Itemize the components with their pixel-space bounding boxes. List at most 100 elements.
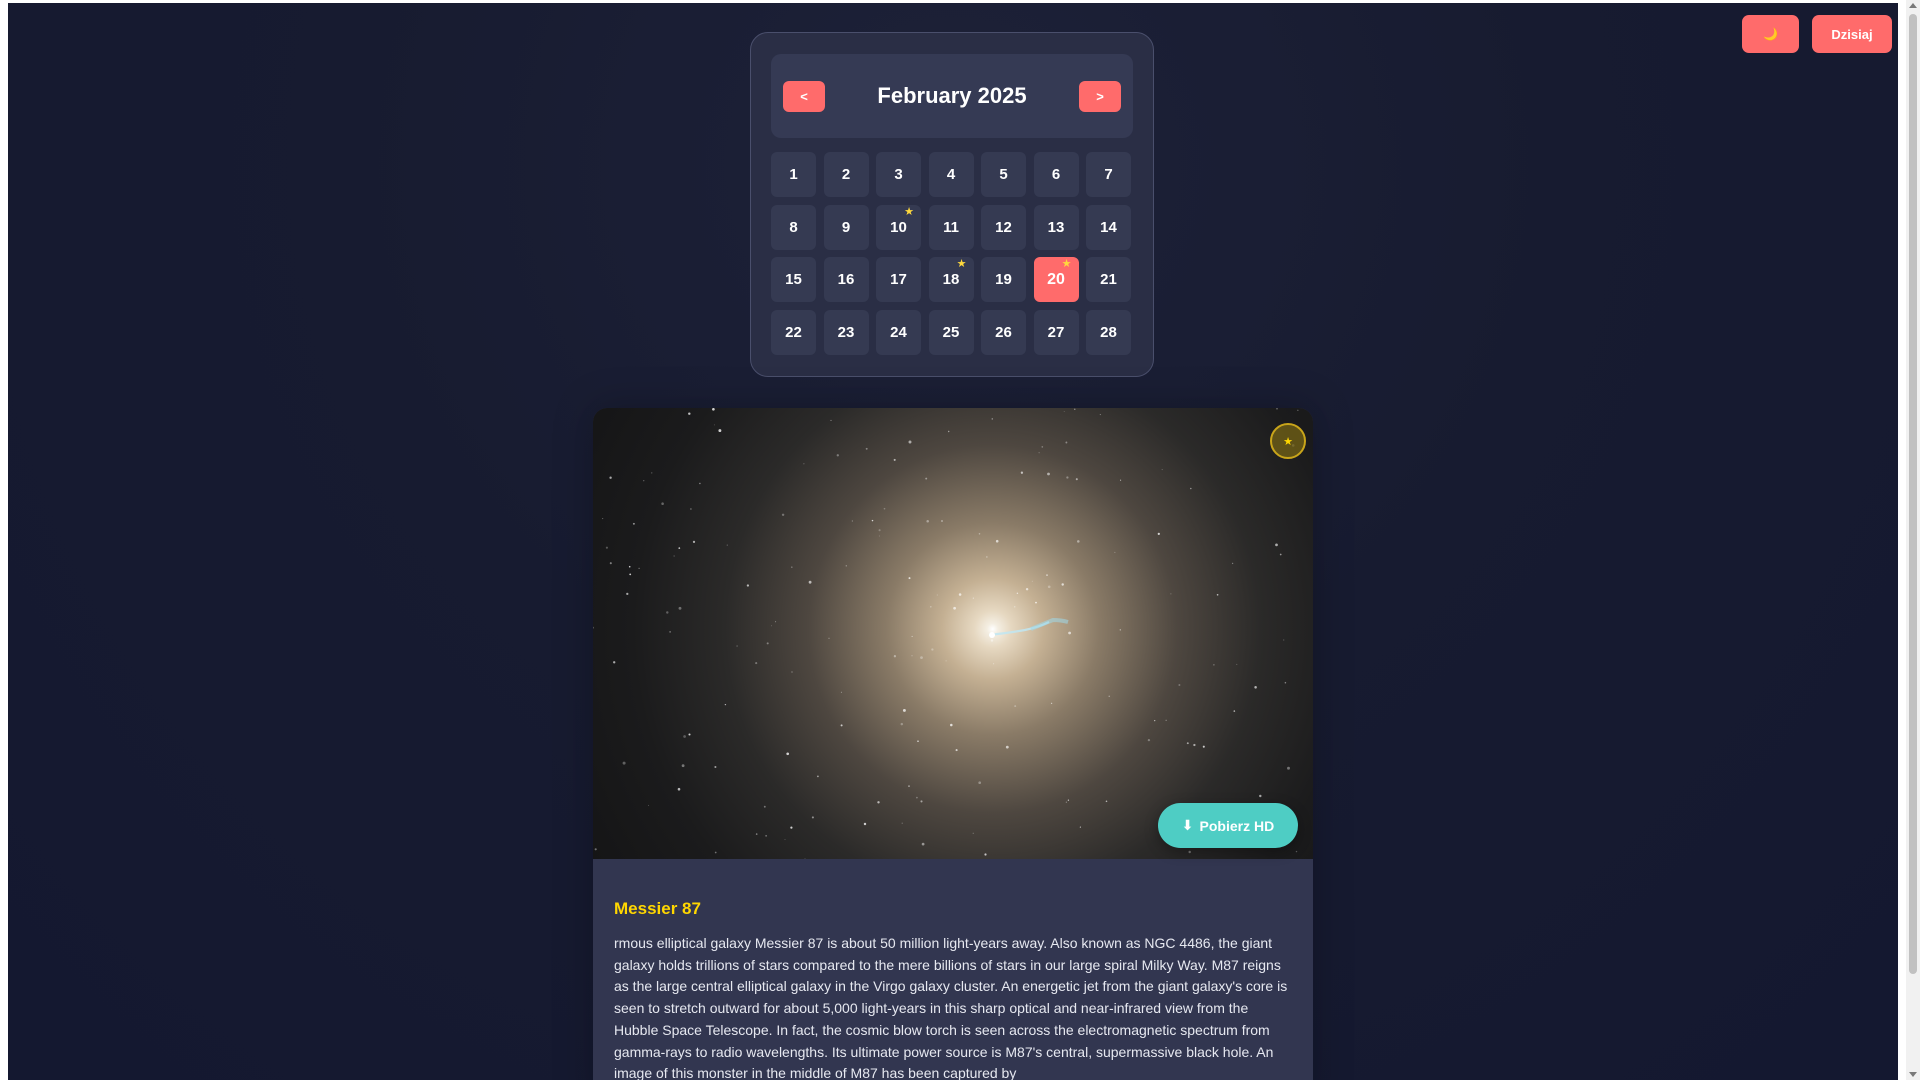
calendar-day-14[interactable]: 14 [1086, 204, 1131, 250]
star-dot [878, 535, 880, 537]
calendar-day-12[interactable]: 12 [981, 204, 1026, 250]
calendar-day-27[interactable]: 27 [1033, 309, 1079, 355]
calendar-header: < February 2025 > [771, 54, 1133, 138]
star-dot [1061, 583, 1064, 586]
star-dot [713, 424, 715, 426]
star-dot [929, 605, 932, 608]
star-dot [678, 547, 681, 549]
star-dot [1014, 606, 1016, 608]
star-dot [1079, 826, 1081, 828]
star-dot [726, 544, 728, 546]
download-hd-button[interactable]: ⬇ Pobierz HD [1158, 803, 1298, 848]
star-dot [925, 477, 928, 480]
calendar-day-18[interactable]: 18 ★ [928, 257, 974, 302]
star-dot [911, 635, 913, 637]
star-dot [666, 611, 669, 614]
calendar-day-1[interactable]: 1 [771, 152, 816, 197]
calendar-day-2[interactable]: 2 [823, 152, 869, 197]
star-dot [763, 805, 766, 808]
star-dot [669, 631, 671, 633]
day-number: 19 [995, 271, 1012, 288]
star-dot [972, 832, 974, 834]
star-dot [593, 626, 594, 629]
star-dot [609, 476, 612, 479]
favorite-star-icon: ★ [904, 205, 914, 218]
apod-explanation: rmous elliptical galaxy Messier 87 is ab… [614, 935, 1288, 1080]
calendar-day-8[interactable]: 8 [771, 204, 816, 250]
star-dot [613, 661, 616, 664]
calendar-day-17[interactable]: 17 [876, 257, 921, 302]
star-dot [950, 723, 953, 727]
star-dot [678, 606, 682, 610]
calendar-day-10[interactable]: 10 ★ [876, 204, 921, 250]
theme-toggle-button[interactable]: 🌙 [1742, 15, 1799, 53]
calendar-day-3[interactable]: 3 [876, 152, 921, 197]
calendar-day-20[interactable]: 20 ★ [1033, 257, 1079, 302]
day-number: 13 [1047, 218, 1065, 236]
star-dot [1188, 850, 1191, 854]
calendar-day-5[interactable]: 5 [981, 152, 1026, 197]
favorite-star-button[interactable]: ★ [1270, 423, 1306, 459]
day-number: 23 [837, 323, 855, 341]
star-dot [1077, 540, 1080, 543]
day-number: 16 [837, 271, 855, 288]
calendar-day-13[interactable]: 13 [1033, 204, 1079, 250]
day-number: 26 [995, 323, 1012, 341]
star-dot [1016, 592, 1019, 595]
star-dot [902, 708, 906, 712]
calendar-day-22[interactable]: 22 [771, 309, 816, 355]
star-dot [648, 804, 650, 806]
scroll-up-arrow-icon[interactable] [1909, 3, 1917, 8]
calendar-day-9[interactable]: 9 [823, 204, 869, 250]
calendar-day-21[interactable]: 21 [1086, 257, 1131, 302]
next-month-button[interactable]: > [1078, 80, 1121, 112]
calendar-day-11[interactable]: 11 [928, 204, 974, 250]
calendar-day-24[interactable]: 24 [876, 309, 921, 355]
star-dot [941, 520, 943, 522]
calendar-day-15[interactable]: 15 [771, 257, 816, 302]
download-hd-label: Pobierz HD [1199, 817, 1275, 834]
prev-month-button[interactable]: < [783, 80, 825, 112]
calendar-day-26[interactable]: 26 [981, 309, 1026, 355]
star-dot [1154, 719, 1156, 722]
star-dot [594, 848, 597, 851]
star-dot [677, 787, 681, 791]
star-dot [626, 592, 629, 596]
star-dot [1161, 469, 1163, 471]
day-number: 8 [789, 218, 798, 236]
calendar-day-7[interactable]: 7 [1086, 152, 1131, 197]
day-number: 3 [894, 166, 903, 183]
star-dot [1050, 702, 1053, 704]
star-dot [714, 851, 717, 854]
star-dot [803, 463, 805, 465]
today-button[interactable]: Dzisiaj [1812, 15, 1892, 53]
star-dot [995, 539, 999, 543]
star-dot [1287, 766, 1290, 770]
scroll-down-arrow-icon[interactable] [1909, 1072, 1917, 1077]
star-dot [808, 580, 812, 584]
star-dot [699, 482, 701, 485]
star-dot [1041, 446, 1044, 448]
star-dot [1193, 743, 1196, 747]
star-dot [765, 835, 767, 837]
star-dot [791, 671, 793, 673]
star-dot [1031, 580, 1033, 582]
vertical-scrollbar[interactable] [1906, 0, 1920, 1080]
star-dot [771, 625, 772, 627]
star-dot [908, 577, 911, 580]
star-dot [1065, 801, 1068, 803]
calendar-day-25[interactable]: 25 [928, 309, 974, 355]
scrollbar-thumb[interactable] [1909, 14, 1917, 974]
star-dot [958, 593, 962, 596]
calendar-day-4[interactable]: 4 [928, 152, 974, 197]
calendar-day-16[interactable]: 16 [823, 257, 869, 302]
star-dot [840, 691, 842, 693]
calendar-day-19[interactable]: 19 [981, 257, 1026, 302]
calendar-day-28[interactable]: 28 [1086, 309, 1131, 355]
calendar-day-6[interactable]: 6 [1033, 152, 1079, 197]
star-dot [1213, 664, 1215, 666]
calendar-day-23[interactable]: 23 [823, 309, 869, 355]
star-dot [828, 637, 830, 639]
apod-info: Messier 87 rmous elliptical galaxy Messi… [593, 859, 1313, 1080]
star-dot [1178, 684, 1181, 686]
